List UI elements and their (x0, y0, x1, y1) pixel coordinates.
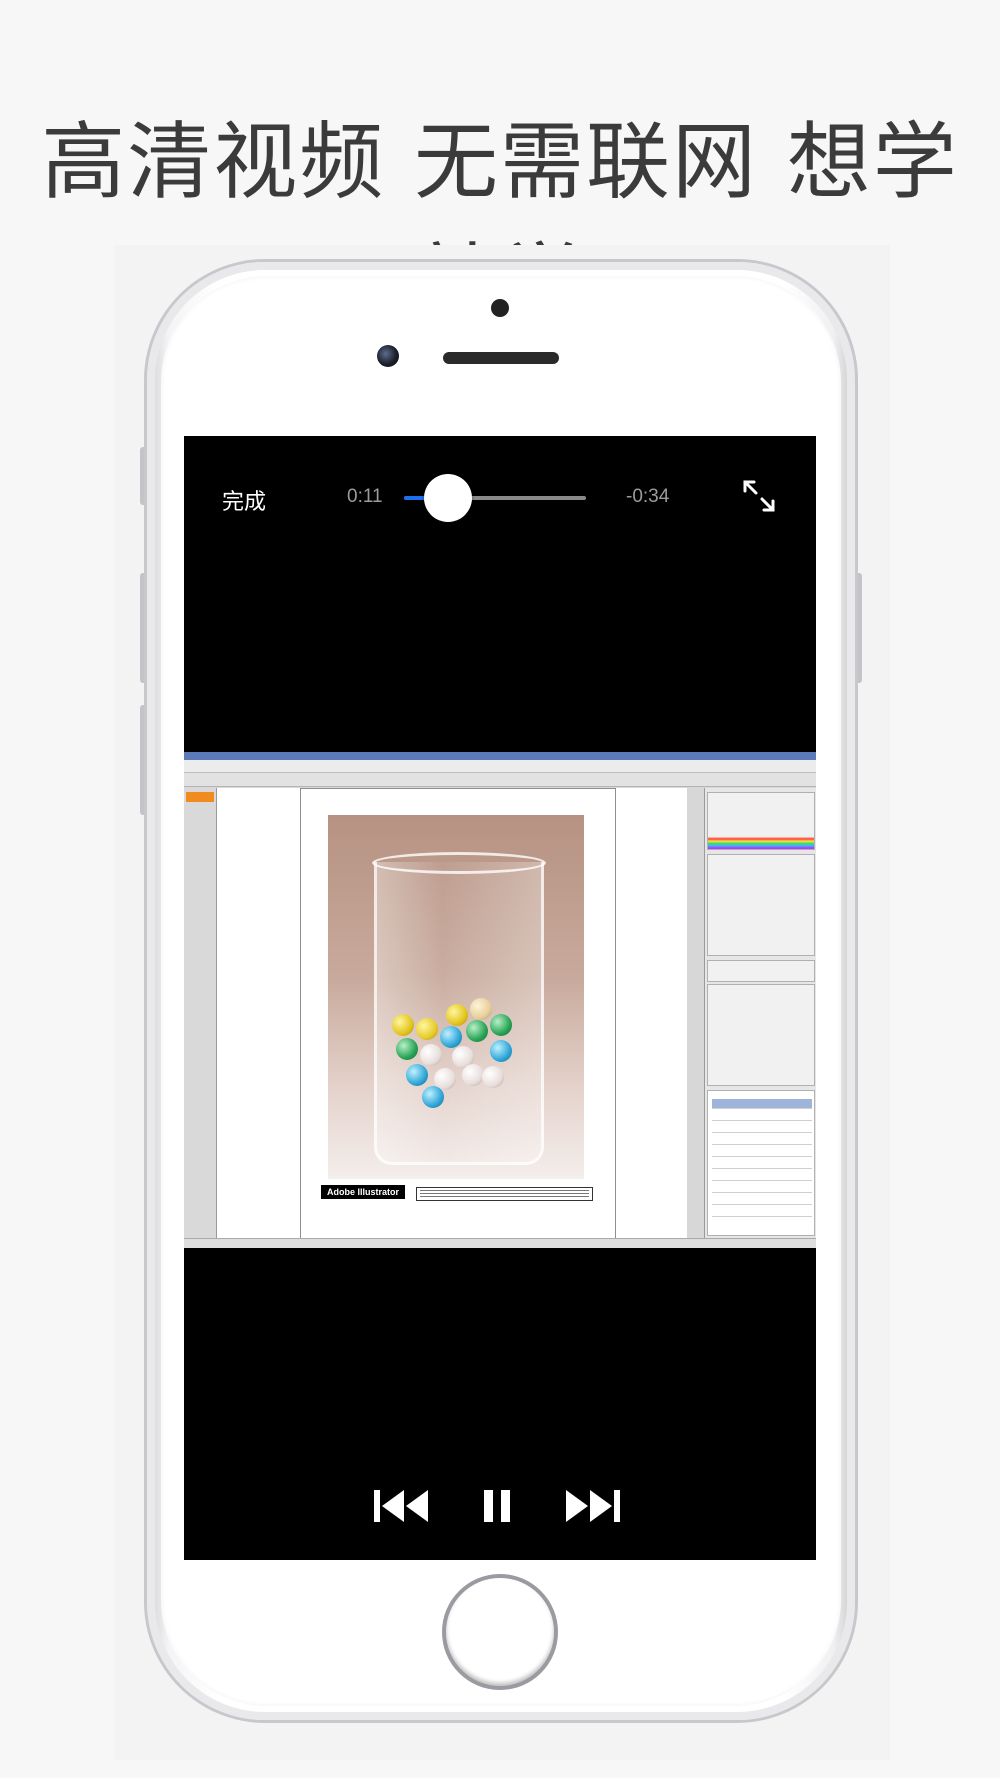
marble (462, 1064, 484, 1086)
illustrator-statusbar (184, 1238, 816, 1248)
power-button (855, 573, 862, 683)
swatches-panel (707, 854, 815, 956)
marble (490, 1014, 512, 1036)
copyright-fine-print (416, 1187, 593, 1201)
progress-knob[interactable] (424, 474, 473, 522)
color-panel (707, 792, 815, 850)
marble (470, 998, 492, 1020)
pause-icon[interactable] (480, 1486, 514, 1526)
home-button[interactable] (446, 1578, 554, 1686)
marble (392, 1014, 414, 1036)
marble (422, 1086, 444, 1108)
layer-row (712, 1111, 812, 1121)
marble (406, 1064, 428, 1086)
volume-down-button (140, 705, 147, 815)
marble (482, 1066, 504, 1088)
marble (446, 1004, 468, 1026)
front-camera (377, 345, 399, 367)
illustrator-panels (704, 788, 816, 1238)
layer-row (712, 1195, 812, 1205)
layer-row (712, 1099, 812, 1109)
time-elapsed: 0:11 (347, 486, 383, 507)
earpiece-speaker (443, 352, 559, 364)
illustrator-menubar (184, 760, 816, 773)
adobe-illustrator-caption: Adobe Illustrator (321, 1185, 405, 1199)
done-button[interactable]: 完成 (222, 484, 266, 516)
volume-up-button (140, 573, 147, 683)
layer-row (712, 1171, 812, 1181)
progress-slider[interactable] (404, 474, 586, 522)
illustrator-titlebar (184, 752, 816, 760)
illustrator-logo-tab (186, 792, 214, 802)
layer-row (712, 1123, 812, 1133)
marble (490, 1040, 512, 1062)
layer-row (712, 1183, 812, 1193)
illustrator-control-bar (184, 773, 816, 787)
appearance-panel (707, 984, 815, 1086)
marble (466, 1020, 488, 1042)
skip-forward-icon[interactable] (564, 1486, 622, 1526)
time-remaining: -0:34 (626, 486, 670, 507)
skip-back-icon[interactable] (372, 1486, 430, 1526)
video-player-screen: 完成 0:11 -0:34 Adobe Illustrator (184, 436, 816, 1560)
marble (396, 1038, 418, 1060)
layer-row (712, 1207, 812, 1217)
video-frame[interactable]: Adobe Illustrator (184, 752, 816, 1248)
layer-row (712, 1135, 812, 1145)
marble (416, 1018, 438, 1040)
layer-row (712, 1159, 812, 1169)
illustrator-toolbox (184, 788, 217, 1238)
marble (420, 1044, 442, 1066)
layer-row (712, 1147, 812, 1157)
sensor-dot (491, 299, 509, 317)
marble (440, 1026, 462, 1048)
transparency-panel (707, 960, 815, 982)
app-store-screenshot: 高清视频 无需联网 想学就学 完成 0:11 -0:34 (0, 0, 1000, 1778)
mute-switch (140, 447, 147, 505)
expand-arrows-icon[interactable] (739, 476, 779, 516)
layers-panel (707, 1090, 815, 1236)
